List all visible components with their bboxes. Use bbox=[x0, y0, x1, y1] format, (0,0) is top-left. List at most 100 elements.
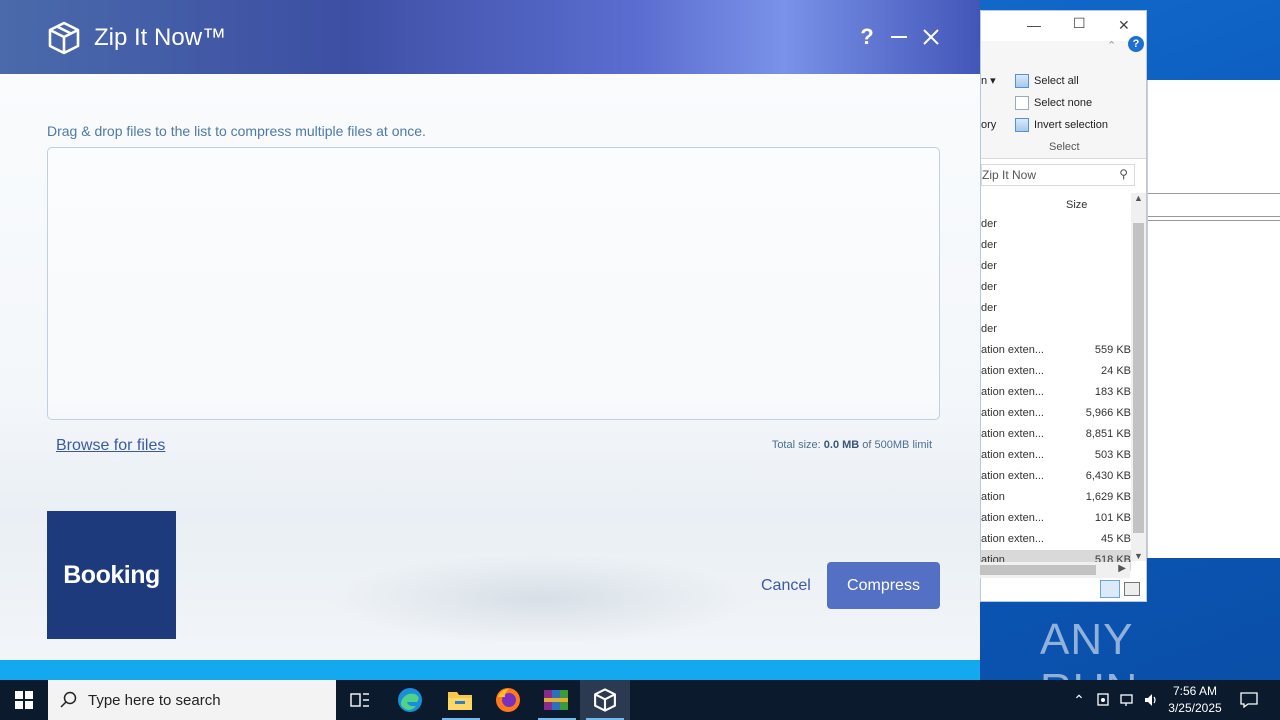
list-item[interactable]: ation exten... 503 KB bbox=[981, 445, 1131, 466]
file-size-cell: 6,430 KB bbox=[1085, 470, 1131, 482]
select-none-button[interactable]: Select none bbox=[1015, 96, 1092, 110]
network-icon bbox=[1120, 694, 1133, 706]
list-item[interactable]: der bbox=[981, 277, 1131, 298]
ribbon-menu-fragment[interactable]: n ▾ bbox=[981, 74, 996, 88]
list-item[interactable]: der bbox=[981, 256, 1131, 277]
taskbar-clock[interactable]: 7:56 AM 3/25/2025 bbox=[1160, 683, 1230, 717]
select-all-button[interactable]: Select all bbox=[1015, 74, 1079, 88]
edge-icon bbox=[398, 688, 422, 712]
file-type-cell: ation exten... bbox=[981, 428, 1044, 440]
list-item[interactable]: ation exten... 6,430 KB bbox=[981, 466, 1131, 487]
hscrollbar-thumb[interactable] bbox=[980, 565, 1096, 575]
list-item[interactable]: ation exten... 24 KB bbox=[981, 361, 1131, 382]
file-type-cell: ation exten... bbox=[981, 470, 1044, 482]
scroll-down-icon[interactable]: ▼ bbox=[1134, 551, 1143, 561]
file-size-cell: 45 KB bbox=[1101, 533, 1131, 545]
details-view-icon[interactable] bbox=[1100, 580, 1120, 598]
list-item[interactable]: ation 1,629 KB bbox=[981, 487, 1131, 508]
list-item[interactable]: ation exten... 8,851 KB bbox=[981, 424, 1131, 445]
scrollbar-thumb[interactable] bbox=[1133, 223, 1144, 533]
list-item[interactable]: der bbox=[981, 298, 1131, 319]
file-size-cell: 183 KB bbox=[1094, 386, 1131, 398]
file-type-cell: ation exten... bbox=[981, 344, 1044, 356]
firefox-icon bbox=[496, 688, 520, 712]
minimize-icon[interactable]: — bbox=[1027, 17, 1041, 33]
file-drop-zone[interactable] bbox=[47, 147, 940, 420]
large-icons-view-icon[interactable] bbox=[1124, 582, 1140, 596]
winrar-icon bbox=[544, 690, 568, 710]
list-item[interactable]: der bbox=[981, 235, 1131, 256]
ribbon-history-fragment[interactable]: ory bbox=[981, 119, 996, 131]
close-button[interactable] bbox=[916, 22, 946, 52]
help-button[interactable]: ? bbox=[852, 22, 882, 52]
app-bottom-strip bbox=[0, 660, 980, 680]
background-image bbox=[330, 554, 750, 644]
minimize-button[interactable] bbox=[884, 22, 914, 52]
file-type-cell: der bbox=[981, 323, 997, 335]
firefox-taskbar-button[interactable] bbox=[484, 680, 532, 720]
minimize-icon bbox=[891, 36, 907, 38]
list-item[interactable]: der bbox=[981, 214, 1131, 235]
start-button[interactable] bbox=[0, 680, 48, 720]
file-size-cell: 559 KB bbox=[1094, 344, 1131, 356]
volume-tray-icon[interactable] bbox=[1140, 680, 1162, 720]
task-view-icon bbox=[350, 693, 369, 707]
ribbon-collapse-icon[interactable]: ⌃ bbox=[1107, 39, 1116, 52]
search-icon bbox=[60, 691, 77, 708]
app-title: Zip It Now™ bbox=[94, 24, 227, 51]
compress-button[interactable]: Compress bbox=[827, 562, 940, 609]
show-hidden-icons-chevron-icon[interactable]: ⌃ bbox=[1068, 680, 1090, 720]
clock-time: 7:56 AM bbox=[1172, 684, 1218, 698]
file-type-cell: ation exten... bbox=[981, 533, 1044, 545]
file-type-cell: ation exten... bbox=[981, 407, 1044, 419]
file-type-cell: ation exten... bbox=[981, 386, 1044, 398]
horizontal-scrollbar[interactable]: ▶ bbox=[980, 562, 1130, 578]
list-item[interactable]: ation exten... 559 KB bbox=[981, 340, 1131, 361]
edge-taskbar-button[interactable] bbox=[386, 680, 434, 720]
invert-selection-button[interactable]: Invert selection bbox=[1015, 118, 1108, 132]
select-none-icon bbox=[1015, 96, 1029, 110]
anyrun-watermark: ANY RUN bbox=[1040, 615, 1137, 714]
file-type-cell: ation bbox=[981, 491, 1005, 503]
search-placeholder: Type here to search bbox=[88, 691, 221, 709]
close-icon bbox=[923, 29, 939, 45]
file-type-cell: ation exten... bbox=[981, 512, 1044, 524]
total-size-text: Total size: 0.0 MB of 500MB limit bbox=[771, 439, 932, 451]
winrar-taskbar-button[interactable] bbox=[532, 680, 580, 720]
usb-device-icon bbox=[1097, 693, 1109, 706]
notification-icon bbox=[1240, 692, 1258, 708]
booking-ad[interactable]: Booking bbox=[47, 511, 176, 639]
explorer-ribbon: n ▾ ory Select all Select none Invert se… bbox=[981, 36, 1146, 159]
browse-files-link[interactable]: Browse for files bbox=[56, 437, 165, 455]
close-icon[interactable]: ✕ bbox=[1118, 17, 1130, 34]
network-tray-icon[interactable] bbox=[1116, 680, 1138, 720]
scroll-up-icon[interactable]: ▲ bbox=[1134, 193, 1143, 203]
zip-it-now-taskbar-button[interactable] bbox=[580, 680, 630, 720]
help-icon[interactable]: ? bbox=[1128, 36, 1144, 52]
maximize-icon[interactable]: ☐ bbox=[1073, 15, 1086, 32]
task-view-button[interactable] bbox=[340, 680, 380, 720]
vertical-scrollbar[interactable]: ▲ ▼ bbox=[1131, 193, 1146, 561]
select-all-icon bbox=[1015, 74, 1029, 88]
list-item[interactable]: ation exten... 183 KB bbox=[981, 382, 1131, 403]
notifications-button[interactable] bbox=[1234, 680, 1264, 720]
list-item[interactable]: ation exten... 45 KB bbox=[981, 529, 1131, 550]
folder-icon bbox=[448, 692, 472, 710]
cancel-button[interactable]: Cancel bbox=[761, 577, 811, 595]
list-item[interactable]: der bbox=[981, 319, 1131, 340]
app-titlebar: Zip It Now™ ? bbox=[0, 0, 980, 74]
list-item[interactable]: ation exten... 101 KB bbox=[981, 508, 1131, 529]
search-box[interactable]: Zip It Now ⚲ bbox=[981, 164, 1135, 186]
device-tray-icon[interactable] bbox=[1092, 680, 1114, 720]
file-size-cell: 503 KB bbox=[1094, 449, 1131, 461]
explorer-window: — ☐ ✕ n ▾ ory Select all Select none Inv… bbox=[980, 10, 1147, 602]
file-explorer-taskbar-button[interactable] bbox=[436, 680, 484, 720]
file-type-cell: der bbox=[981, 218, 997, 230]
file-type-cell: der bbox=[981, 302, 997, 314]
file-type-cell: ation exten... bbox=[981, 449, 1044, 461]
file-size-cell: 1,629 KB bbox=[1085, 491, 1131, 503]
list-item[interactable]: ation exten... 5,966 KB bbox=[981, 403, 1131, 424]
scroll-right-icon[interactable]: ▶ bbox=[1118, 563, 1126, 574]
explorer-titlebar: — ☐ ✕ bbox=[981, 11, 1146, 41]
taskbar-search[interactable]: Type here to search bbox=[48, 680, 336, 720]
